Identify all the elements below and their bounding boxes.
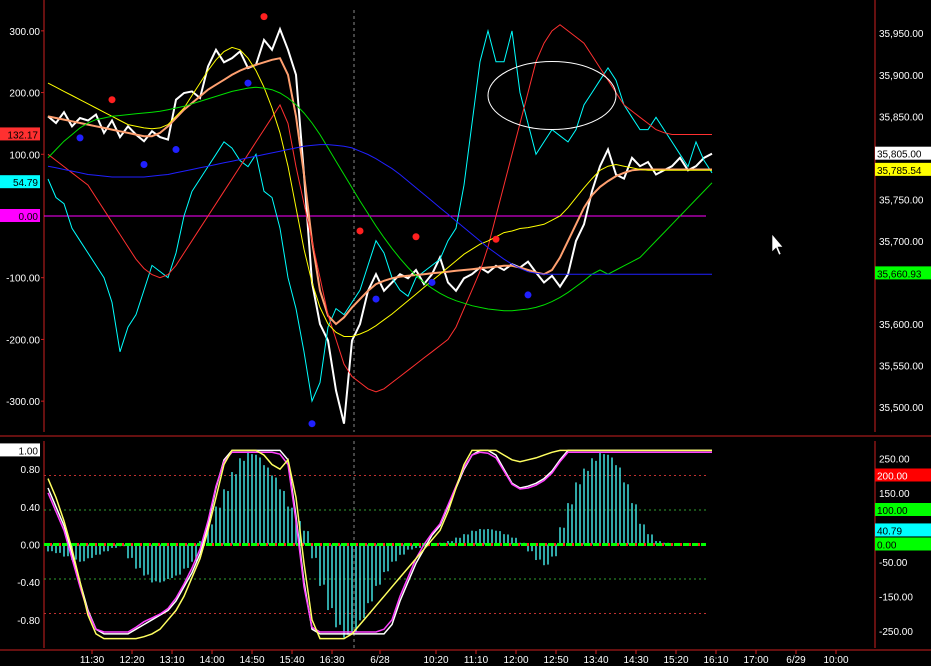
price-right-tick-label: 35,950.00 (879, 29, 924, 40)
osc-left-tick-label: 0.00 (21, 541, 41, 552)
osc-right-tick-label: 150.00 (879, 489, 910, 500)
price-left-value-tag: 0.00 (19, 212, 39, 223)
price-left-tick-label: 300.00 (9, 27, 40, 38)
time-axis-label: 14:00 (199, 655, 224, 666)
time-axis-label: 6/28 (370, 655, 390, 666)
time-axis-label: 14:30 (623, 655, 648, 666)
price-left-tick-label: -200.00 (6, 335, 40, 346)
time-axis-label: 14:50 (239, 655, 264, 666)
pivot-dot (308, 420, 316, 428)
pivot-dot (108, 96, 116, 104)
pivot-dot (524, 291, 532, 299)
time-axis-label: 12:20 (119, 655, 144, 666)
time-axis-label: 16:10 (703, 655, 728, 666)
price-right-tick-label: 35,500.00 (879, 403, 924, 414)
osc-right-tick-label: -250.00 (879, 627, 913, 638)
price-right-value-tag: 35,660.93 (877, 269, 922, 280)
osc-left-tick-label: 0.80 (21, 465, 41, 476)
time-axis-label: 6/29 (786, 655, 806, 666)
osc-left-tick-label: -0.80 (17, 616, 40, 627)
time-axis-label: 13:10 (159, 655, 184, 666)
price-left-value-tag: 54.79 (13, 178, 38, 189)
osc-right-value-tag: 200.00 (877, 472, 908, 483)
pivot-dot (260, 13, 268, 21)
time-axis-label: 17:00 (743, 655, 768, 666)
pivot-dot (372, 295, 380, 303)
osc-right-value-tag: 40.79 (877, 526, 902, 537)
osc-right-tick-label: 250.00 (879, 454, 910, 465)
time-axis-label: 13:40 (583, 655, 608, 666)
price-right-tick-label: 35,600.00 (879, 320, 924, 331)
time-axis-label: 11:30 (80, 655, 105, 666)
price-right-value-tag: 35,785.54 (877, 166, 922, 177)
time-axis-label: 15:20 (663, 655, 688, 666)
pivot-dot (412, 233, 420, 241)
price-left-tick-label: 200.00 (9, 89, 40, 100)
price-right-tick-label: 35,750.00 (879, 195, 924, 206)
time-axis-label: 11:10 (464, 655, 489, 666)
price-right-tick-label: 35,550.00 (879, 362, 924, 373)
pivot-dot (428, 278, 436, 286)
osc-left-tick-label: 0.40 (21, 503, 41, 514)
pivot-dot (140, 160, 148, 168)
time-axis-label: 10:00 (823, 655, 848, 666)
pivot-dot (172, 146, 180, 154)
price-right-tick-label: 35,900.00 (879, 71, 924, 82)
pivot-dot (356, 227, 364, 235)
price-right-value-tag: 35,805.00 (877, 150, 922, 161)
price-left-value-tag: 132.17 (7, 130, 38, 141)
trading-chart[interactable]: 300.00 200.00 100.00 -100.00 -200.00 -300.00 3… (0, 0, 931, 666)
osc-right-tick-label: -150.00 (879, 592, 913, 603)
osc-right-value-tag: 0.00 (877, 541, 897, 552)
price-right-tick-label: 35,850.00 (879, 112, 924, 123)
osc-left-tick-label: -0.40 (17, 578, 40, 589)
price-left-tick-label: -300.00 (6, 397, 40, 408)
time-axis-label: 15:40 (279, 655, 304, 666)
time-axis-label: 16:30 (319, 655, 344, 666)
time-axis-label: 10:20 (423, 655, 448, 666)
price-right-tick-label: 35,700.00 (879, 237, 924, 248)
osc-right-tick-label: -50.00 (879, 558, 908, 569)
time-axis-label: 12:50 (543, 655, 568, 666)
osc-right-value-tag: 100.00 (877, 506, 908, 517)
pivot-dot (244, 79, 252, 87)
time-axis-label: 12:00 (503, 655, 528, 666)
osc-left-value-tag: 1.00 (19, 446, 39, 457)
pivot-dot (492, 235, 500, 243)
price-left-tick-label: -100.00 (6, 274, 40, 285)
pivot-dot (76, 134, 84, 142)
price-left-tick-label: 100.00 (9, 150, 40, 161)
